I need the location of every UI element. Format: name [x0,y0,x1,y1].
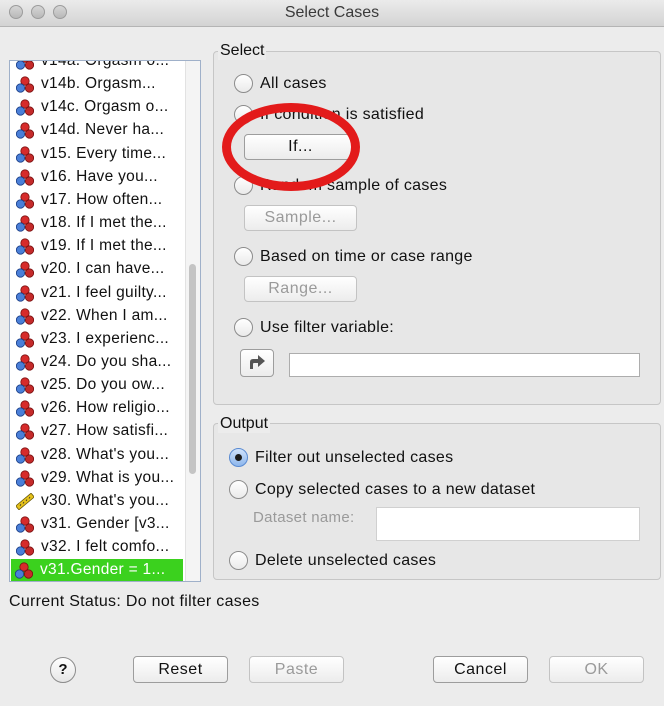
variable-list[interactable]: v14a. Orgasm o... v14b. Orgasm... v14c. Or… [9,60,201,582]
radio-time-range[interactable] [234,247,253,266]
variable-label: v17. How often... [41,190,163,208]
variable-label: v14d. Never ha... [41,121,165,139]
arrow-right-icon [250,355,265,369]
filter-variable-label: Use filter variable: [260,319,395,336]
variable-list-item[interactable]: v25. Do you ow... [12,374,182,396]
variable-list-item[interactable]: v30. What's you... [12,490,182,512]
variable-list-item[interactable]: v18. If I met the... [12,212,182,234]
reset-button[interactable]: Reset [133,656,228,683]
variable-list-item[interactable]: v14b. Orgasm... [12,73,182,95]
move-variable-button[interactable] [240,349,274,377]
variable-label: v24. Do you sha... [41,352,172,370]
variable-list-item[interactable]: v17. How often... [12,189,182,211]
ok-button[interactable]: OK [549,656,644,683]
variable-label: v27. How satisfi... [41,422,169,440]
variable-label: v20. I can have... [41,260,165,278]
variable-list-item[interactable]: v23. I experienc... [12,328,182,350]
variable-label: v30. What's you... [41,491,170,509]
variable-label: v18. If I met the... [41,214,167,232]
radio-filter-out[interactable] [229,448,248,467]
delete-unselected-label: Delete unselected cases [255,552,437,569]
variable-list-item[interactable]: v14c. Orgasm o... [12,96,182,118]
radio-all-cases[interactable] [234,74,253,93]
variable-list-item[interactable]: v31. Gender [v3... [12,513,182,535]
variable-label: v31. Gender [v3... [41,515,170,532]
title-bar: Select Cases [0,0,664,27]
variable-label: v15. Every time... [41,144,167,162]
variable-label: v32. I felt comfo... [41,538,170,556]
output-group-title: Output [218,415,271,433]
variable-list-item[interactable]: v31.Gender = 1... [11,559,183,581]
range-button[interactable]: Range... [244,276,357,302]
variable-list-item[interactable]: v29. What is you... [12,467,182,489]
copy-selected-label: Copy selected cases to a new dataset [255,481,536,498]
window-title: Select Cases [284,4,380,21]
variable-list-item[interactable]: v22. When I am... [12,305,182,327]
variable-list-item[interactable]: v28. What's you... [12,444,182,466]
variable-list-item[interactable]: v32. I felt comfo... [12,536,182,558]
variable-list-item[interactable]: v24. Do you sha... [12,351,182,373]
variable-label: v14c. Orgasm o... [41,98,169,116]
variable-label: v23. I experienc... [41,329,170,347]
cancel-button[interactable]: Cancel [433,656,528,683]
radio-delete-unselected[interactable] [229,551,248,570]
scrollbar-thumb[interactable] [189,264,196,474]
variable-list-item[interactable]: v16. Have you... [12,166,182,188]
variable-list-item[interactable]: v19. If I met the... [12,235,182,257]
variable-label: v14b. Orgasm... [41,75,156,93]
filter-out-label: Filter out unselected cases [255,449,454,466]
variable-label: v19. If I met the... [41,237,167,255]
variable-list-item[interactable]: v14a. Orgasm o... [12,60,182,72]
variable-label: v28. What's you... [41,445,170,463]
current-status: Current Status: Do not filter cases [9,593,260,610]
filter-variable-field[interactable] [289,353,640,377]
variable-label: v29. What is you... [41,468,175,486]
time-range-label: Based on time or case range [260,248,473,265]
dataset-name-field[interactable] [376,507,640,541]
sample-button[interactable]: Sample... [244,205,357,231]
variable-label: v22. When I am... [41,306,168,324]
all-cases-label: All cases [260,75,327,92]
variable-label: v31.Gender = 1... [40,561,166,579]
variable-list-item[interactable]: v26. How religio... [12,397,182,419]
variable-list-item[interactable]: v21. I feel guilty... [12,282,182,304]
variable-label: v14a. Orgasm o... [41,60,170,69]
help-button[interactable]: ? [50,657,76,683]
variable-label: v21. I feel guilty... [41,283,167,301]
variable-label: v16. Have you... [41,167,158,185]
variable-label: v25. Do you ow... [41,376,165,394]
variable-label: v26. How religio... [41,399,170,417]
dataset-name-label: Dataset name: [253,509,355,526]
variable-list-item[interactable]: v14d. Never ha... [12,119,182,141]
paste-button[interactable]: Paste [249,656,344,683]
red-annotation-circle [222,103,360,191]
radio-copy-selected[interactable] [229,480,248,499]
variable-list-item[interactable]: v20. I can have... [12,258,182,280]
select-group-title: Select [218,42,267,60]
variable-list-item[interactable]: v27. How satisfi... [12,420,182,442]
radio-filter-variable[interactable] [234,318,253,337]
variable-list-item[interactable]: v15. Every time... [12,143,182,165]
